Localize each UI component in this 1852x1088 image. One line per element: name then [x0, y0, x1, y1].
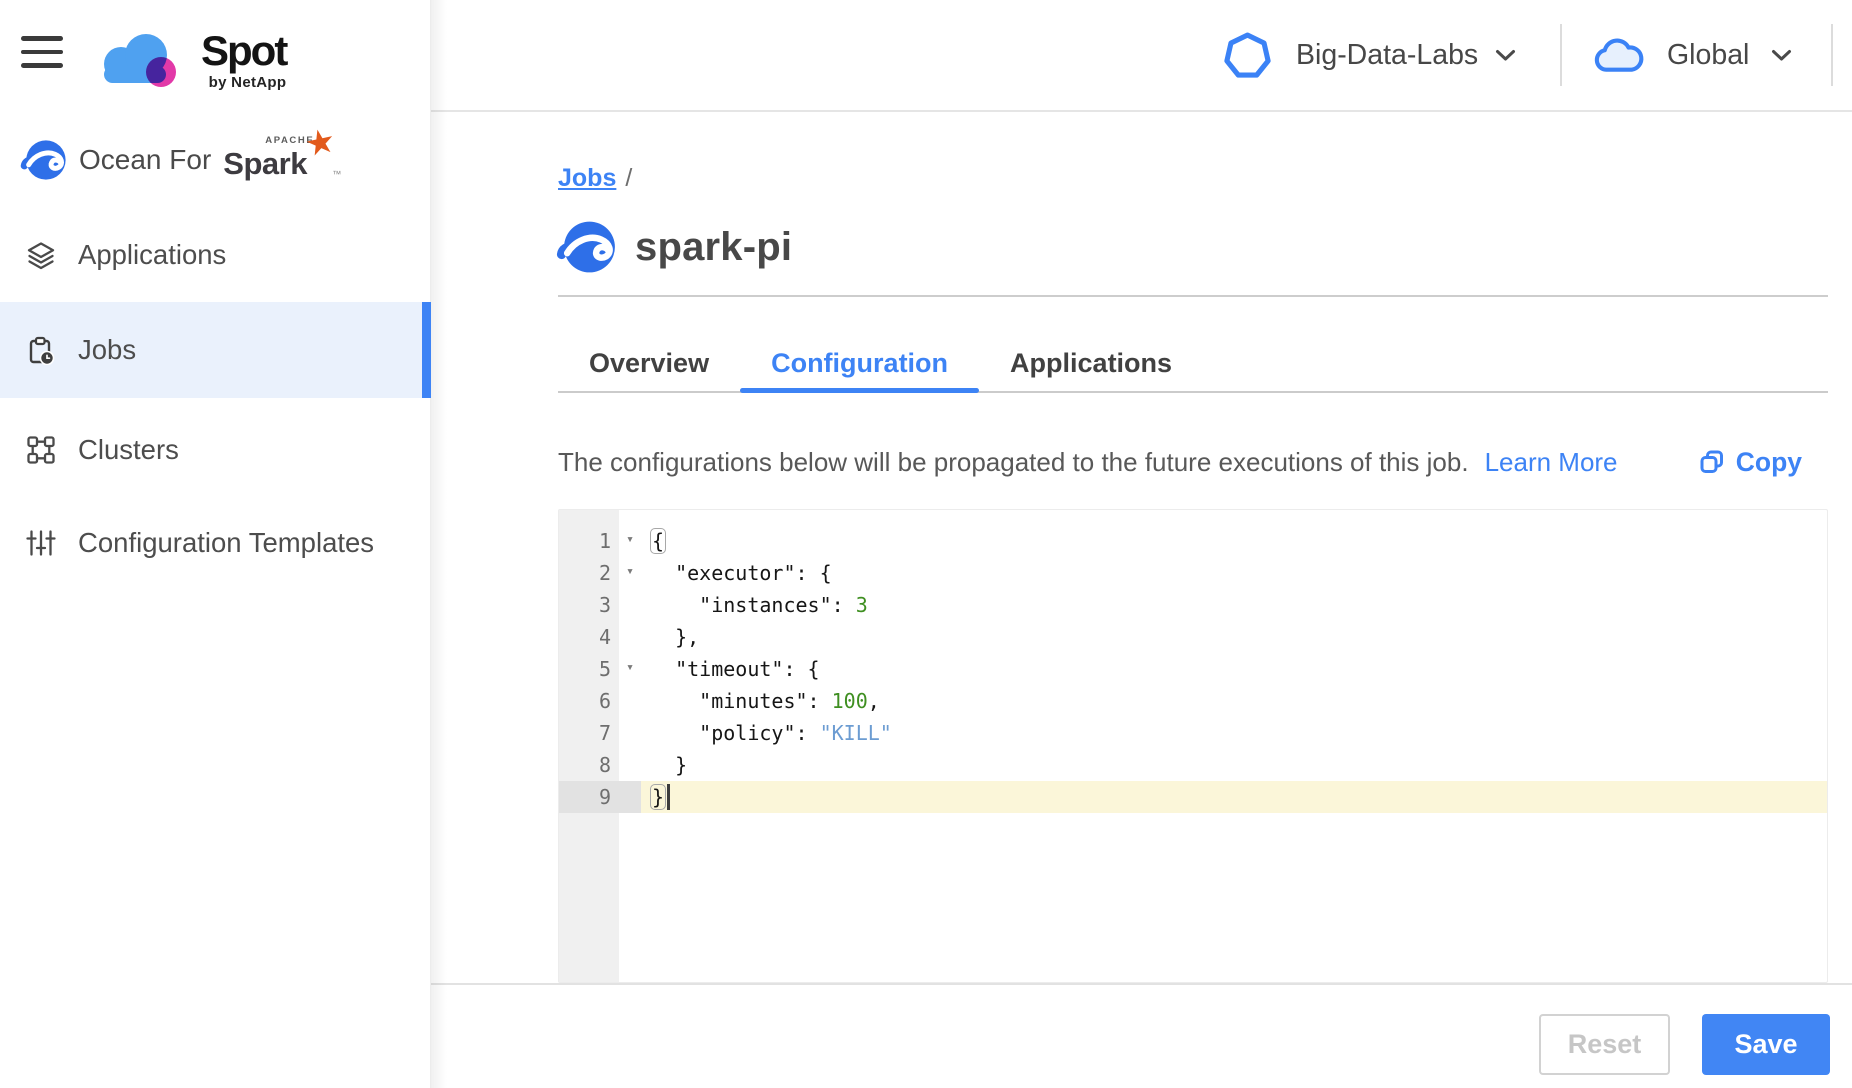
editor-line: 6 "minutes": 100, — [559, 685, 1827, 717]
sidebar-item-label: Applications — [78, 239, 226, 271]
line-number: 4 — [559, 621, 619, 653]
apache-spark-logo: APACHE Spark ★ ™ — [223, 137, 327, 183]
editor-line: 5 ▾ "timeout": { — [559, 653, 1827, 685]
sidebar-shadow — [431, 0, 447, 1088]
title-divider — [558, 295, 1828, 297]
sidebar-item-clusters[interactable]: Clusters — [0, 423, 431, 477]
fold-toggle-icon[interactable]: ▾ — [619, 525, 641, 557]
spark-wordmark: Spark — [223, 146, 307, 182]
editor-line: 8 } — [559, 749, 1827, 781]
copy-button[interactable]: Copy — [1699, 447, 1802, 478]
tab-bar: Overview Configuration Applications — [558, 336, 1828, 393]
line-number: 5 — [559, 653, 619, 685]
page-title: spark-pi — [635, 225, 792, 270]
hamburger-menu-icon[interactable] — [21, 36, 63, 68]
fold-toggle-icon[interactable]: ▾ — [619, 653, 641, 685]
cloud-icon — [1592, 35, 1645, 75]
save-button[interactable]: Save — [1702, 1014, 1830, 1075]
org-selector[interactable]: Big-Data-Labs — [1223, 0, 1516, 110]
json-editor[interactable]: 1 ▾ { 2 ▾ "executor": { 3 "instances": 3… — [558, 509, 1828, 983]
sidebar-item-applications[interactable]: Applications — [0, 228, 431, 282]
copy-label: Copy — [1736, 447, 1802, 478]
learn-more-link[interactable]: Learn More — [1485, 447, 1618, 478]
copy-icon — [1699, 449, 1725, 475]
matched-bracket: } — [651, 785, 665, 809]
layers-icon — [26, 240, 56, 270]
line-number: 2 — [559, 557, 619, 589]
breadcrumb-jobs-link[interactable]: Jobs — [558, 164, 616, 192]
spark-trademark: ™ — [332, 169, 341, 179]
spot-logo[interactable]: Spot by NetApp — [93, 28, 286, 98]
chevron-down-icon — [1771, 49, 1792, 62]
sidebar-item-jobs[interactable]: Jobs — [0, 302, 431, 398]
line-number: 8 — [559, 749, 619, 781]
line-number: 6 — [559, 685, 619, 717]
active-item-accent-bar — [422, 302, 431, 398]
editor-line: 7 "policy": "KILL" — [559, 717, 1827, 749]
matched-bracket: { — [651, 529, 665, 553]
chevron-down-icon — [1495, 49, 1516, 62]
tab-overview[interactable]: Overview — [558, 336, 740, 391]
editor-line: 1 ▾ { — [559, 525, 1827, 557]
page-title-row: spark-pi — [556, 216, 792, 278]
breadcrumb-separator: / — [625, 164, 632, 192]
org-name: Big-Data-Labs — [1296, 39, 1478, 72]
header-divider — [431, 110, 1852, 112]
ocean-for-label: Ocean For — [79, 144, 211, 176]
editor-line-active: 9 } — [559, 781, 1827, 813]
sidebar-item-label: Configuration Templates — [78, 527, 374, 559]
text-cursor — [667, 784, 670, 810]
fold-toggle-icon[interactable]: ▾ — [619, 557, 641, 589]
header-right-divider — [1831, 24, 1833, 86]
line-number: 9 — [559, 781, 619, 813]
breadcrumb: Jobs / — [558, 164, 632, 193]
json-number-token: 100 — [832, 689, 868, 713]
editor-line: 4 }, — [559, 621, 1827, 653]
line-number: 7 — [559, 717, 619, 749]
configuration-description-row: The configurations below will be propaga… — [558, 444, 1828, 480]
json-string-token: "KILL" — [820, 721, 892, 745]
line-number: 3 — [559, 589, 619, 621]
scope-selector[interactable]: Global — [1592, 0, 1792, 110]
tab-configuration[interactable]: Configuration — [740, 336, 979, 391]
sidebar-item-configuration-templates[interactable]: Configuration Templates — [0, 516, 431, 570]
editor-line: 3 "instances": 3 — [559, 589, 1827, 621]
brand-name: Spot — [201, 28, 286, 74]
sliders-icon — [26, 528, 56, 558]
footer-action-bar: Reset Save — [431, 983, 1852, 1088]
spot-cloud-icon — [93, 28, 193, 98]
clipboard-clock-icon — [26, 335, 56, 365]
scope-name: Global — [1667, 39, 1749, 72]
editor-line: 2 ▾ "executor": { — [559, 557, 1827, 589]
line-number: 1 — [559, 525, 619, 557]
editor-lines: 1 ▾ { 2 ▾ "executor": { 3 "instances": 3… — [559, 525, 1827, 813]
ocean-job-icon — [556, 216, 618, 278]
app-window: Spot by NetApp Ocean For APACHE Spark ★ … — [0, 0, 1852, 1088]
reset-button[interactable]: Reset — [1539, 1014, 1670, 1075]
brand-byline: by NetApp — [201, 74, 286, 91]
heptagon-icon — [1223, 31, 1272, 80]
ocean-wave-icon — [20, 136, 68, 184]
sidebar-item-label: Jobs — [78, 334, 136, 366]
tab-applications[interactable]: Applications — [979, 336, 1203, 391]
configuration-description: The configurations below will be propaga… — [558, 447, 1469, 478]
json-number-token: 3 — [856, 593, 868, 617]
header-vertical-divider — [1560, 24, 1562, 86]
sidebar: Spot by NetApp Ocean For APACHE Spark ★ … — [0, 0, 431, 1088]
sidebar-item-label: Clusters — [78, 434, 179, 466]
clusters-nodes-icon — [26, 435, 56, 465]
sidebar-item-ocean-for-spark[interactable]: Ocean For APACHE Spark ★ ™ — [20, 131, 327, 189]
